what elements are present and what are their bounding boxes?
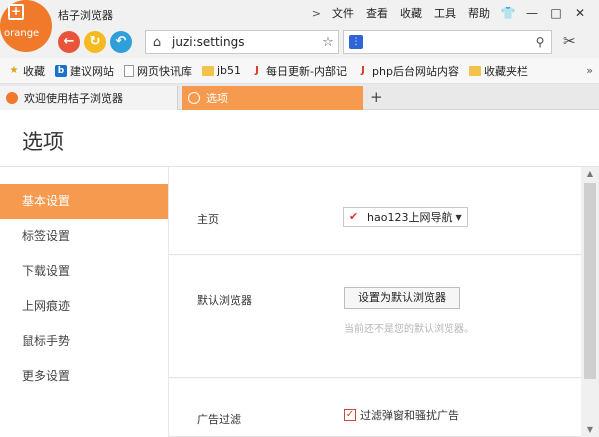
minimize-icon[interactable]: — [521,6,543,20]
browser-logo[interactable]: + orange [0,0,52,52]
home-icon[interactable]: ⌂ [146,35,168,50]
skin-icon[interactable]: 👕 [497,6,519,20]
ad-filter-checkbox-label: 过滤弹窗和骚扰广告 [360,409,459,422]
favorite-star-icon[interactable]: ☆ [318,35,338,50]
maximize-icon[interactable]: □ [545,6,567,20]
set-default-browser-button[interactable]: 设置为默认浏览器 [344,287,460,309]
sidebar-item-basic[interactable]: 基本设置 [0,184,168,219]
default-browser-section: 默认浏览器 设置为默认浏览器 当前还不是您的默认浏览器。 [169,256,582,378]
scroll-thumb[interactable] [584,183,596,379]
search-input[interactable] [363,36,529,48]
menu-file[interactable]: 文件 [327,4,359,22]
default-browser-label: 默认浏览器 [197,294,252,307]
bookmark-favorites-bar[interactable]: 收藏夹栏 [465,63,532,79]
jb-icon: J [361,64,365,76]
scroll-up-icon[interactable]: ▲ [581,167,599,181]
search-box[interactable]: ⋮ ⚲ [343,30,552,54]
search-engine-icon[interactable]: ⋮ [349,35,363,49]
bing-icon: b [55,64,67,77]
ad-filter-option[interactable]: ✓ 过滤弹窗和骚扰广告 [344,407,459,423]
refresh-button[interactable]: ↻ [84,31,106,53]
homepage-value: hao123上网导航 [367,211,453,224]
menu-help[interactable]: 帮助 [463,4,495,22]
homepage-select[interactable]: ✔ hao123上网导航 ▼ [343,207,468,227]
tab-settings[interactable]: 选项 [182,86,363,110]
sidebar-item-more[interactable]: 更多设置 [0,359,168,394]
scissors-icon[interactable]: ✂ [563,32,576,50]
menu-tools[interactable]: 工具 [429,4,461,22]
page-title: 选项 [22,130,64,154]
homepage-label: 主页 [197,213,219,226]
ad-filter-section: 广告过滤 ✓ 过滤弹窗和骚扰广告 [169,379,582,437]
star-icon: ★ [9,64,19,76]
tab-welcome[interactable]: 欢迎使用桔子浏览器 [0,86,178,110]
menu-view[interactable]: 查看 [361,4,393,22]
menu-favorites[interactable]: 收藏 [395,4,427,22]
new-tab-button[interactable]: + [370,88,383,106]
menu-bar: > 文件 查看 收藏 工具 帮助 👕 — □ ✕ [308,4,591,22]
hao123-icon: ✔ [349,210,359,223]
default-browser-note: 当前还不是您的默认浏览器。 [344,324,474,335]
title-bar: 桔子浏览器 > 文件 查看 收藏 工具 帮助 👕 — □ ✕ [0,0,599,26]
window-title: 桔子浏览器 [58,9,113,22]
bookmark-php-backend[interactable]: J php后台网站内容 [353,63,463,79]
logo-text: orange [4,28,40,39]
search-icon[interactable]: ⚲ [529,35,551,49]
bookmark-daily-update[interactable]: J 每日更新-内部记 [247,63,351,79]
bookmark-jb51[interactable]: jb51 [198,64,245,77]
settings-content: 主页 ✔ hao123上网导航 ▼ 默认浏览器 设置为默认浏览器 当前还不是您的… [168,167,582,437]
restore-button[interactable]: ↶ [110,31,132,53]
chevron-down-icon: ▼ [455,212,462,222]
scroll-down-icon[interactable]: ▼ [581,423,599,437]
ad-filter-checkbox[interactable]: ✓ [344,409,356,421]
bookmark-favorites[interactable]: ★ 收藏 [4,63,49,79]
bookmarks-more-icon[interactable]: » [586,64,593,77]
folder-icon [468,65,481,76]
logo-plus-icon: + [8,4,24,20]
address-text[interactable]: juzi:settings [168,35,318,49]
sidebar-item-history[interactable]: 上网痕迹 [0,289,168,324]
tab-bar: 欢迎使用桔子浏览器 选项 + [0,84,599,110]
page-icon [124,64,134,77]
bookmarks-bar: ★ 收藏 b 建议网站 网页快讯库 jb51 J 每日更新-内部记 J php后… [0,58,599,84]
navigation-bar: ← ↻ ↶ ⌂ juzi:settings ☆ ⋮ ⚲ ✂ [0,26,599,58]
homepage-section: 主页 ✔ hao123上网导航 ▼ [169,167,582,255]
sidebar-item-tabs[interactable]: 标签设置 [0,219,168,254]
ad-filter-label: 广告过滤 [197,413,241,426]
folder-icon [202,65,214,76]
settings-page: 选项 基本设置 标签设置 下载设置 上网痕迹 鼠标手势 更多设置 主页 ✔ ha… [0,110,599,437]
back-button[interactable]: ← [58,31,80,53]
bookmark-suggested-sites[interactable]: b 建议网站 [51,63,118,79]
sidebar-item-mouse-gestures[interactable]: 鼠标手势 [0,324,168,359]
close-icon[interactable]: ✕ [569,6,591,20]
jb-icon: J [255,64,259,76]
address-bar[interactable]: ⌂ juzi:settings ☆ [145,30,339,54]
sidebar-item-downloads[interactable]: 下载设置 [0,254,168,289]
content-scrollbar[interactable]: ▲ ▼ [581,167,599,437]
settings-sidebar: 基本设置 标签设置 下载设置 上网痕迹 鼠标手势 更多设置 [0,184,168,394]
menu-expand-icon[interactable]: > [308,7,325,20]
bookmark-web-slices[interactable]: 网页快讯库 [120,63,196,79]
settings-favicon-icon [188,92,200,104]
orange-favicon-icon [6,92,18,104]
